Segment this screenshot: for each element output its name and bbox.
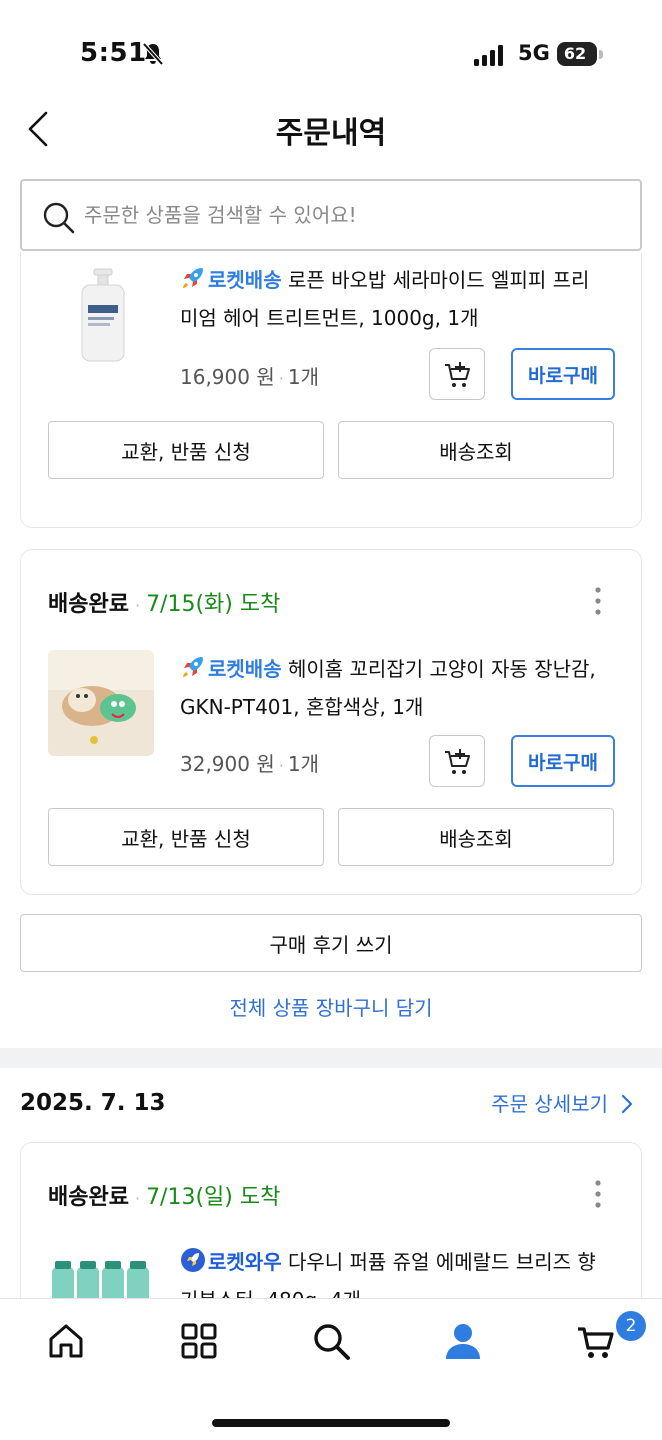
- cart-plus-icon: [445, 362, 470, 387]
- search-input[interactable]: [84, 181, 624, 249]
- price: 32,900 원: [180, 752, 275, 776]
- separator-dot: ·: [278, 756, 284, 775]
- rocket-wow-icon: [181, 1248, 205, 1272]
- price-line: 16,900 원 · 1개: [180, 361, 319, 390]
- order-card: 배송완료 · 7/13(일) 도착 로켓와우 다우니 퍼퓸 쥬얼 에메랄드 브리…: [20, 1142, 642, 1298]
- quantity: 1개: [287, 365, 319, 389]
- section-divider: [0, 1048, 662, 1068]
- exchange-return-button[interactable]: 교환, 반품 신청: [48, 808, 324, 866]
- network-type: 5G: [518, 41, 550, 65]
- separator-dot: ·: [278, 369, 284, 388]
- quantity: 1개: [287, 752, 319, 776]
- order-detail-label: 주문 상세보기: [491, 1092, 608, 1116]
- shipping-type: 로켓와우: [208, 1250, 282, 1274]
- cat-toy-image: [48, 650, 154, 756]
- home-icon: [49, 1324, 83, 1358]
- exchange-return-button[interactable]: 교환, 반품 신청: [48, 421, 324, 479]
- product-name[interactable]: 로켓배송 로픈 바오밥 세라마이드 엘피피 프리 미엄 헤어 트리트먼트, 10…: [180, 261, 620, 337]
- write-review-button[interactable]: 구매 후기 쓰기: [20, 914, 642, 972]
- cart-icon: [578, 1327, 614, 1358]
- fabric-softener-image: [48, 1253, 154, 1298]
- product-image[interactable]: [48, 650, 154, 756]
- arrival-date: 7/13(일) 도착: [146, 1185, 281, 1210]
- battery-level: 62: [563, 44, 587, 63]
- separator-dot: ·: [134, 1189, 141, 1208]
- add-to-cart-button[interactable]: [429, 348, 485, 400]
- nav-my-coupang[interactable]: [443, 1321, 483, 1361]
- nav-home[interactable]: [46, 1321, 86, 1361]
- shipping-type: 로켓배송: [208, 268, 282, 292]
- rocket-icon: [183, 268, 203, 288]
- product-name[interactable]: 로켓와우 다우니 퍼퓸 쥬얼 에메랄드 브리즈 향 기본스터, 480g, 4개: [180, 1243, 620, 1298]
- my-coupang-icon: [446, 1324, 480, 1359]
- chevron-right-icon: [621, 1094, 633, 1114]
- price: 16,900 원: [180, 365, 275, 389]
- bell-off-icon: [142, 42, 164, 66]
- delivery-header: 배송완료 · 7/13(일) 도착: [48, 1179, 280, 1211]
- product-name-line1: 로픈 바오밥 세라마이드 엘피피 프리: [287, 268, 590, 292]
- separator-dot: ·: [134, 596, 141, 615]
- delivery-status: 배송완료: [48, 592, 129, 617]
- order-date: 2025. 7. 13: [20, 1090, 166, 1116]
- track-delivery-button[interactable]: 배송조회: [338, 421, 614, 479]
- cart-plus-icon: [445, 749, 470, 774]
- category-grid-icon: [181, 1323, 217, 1359]
- bottom-navigation: 2: [0, 1298, 662, 1440]
- order-card: 로켓배송 로픈 바오밥 세라마이드 엘피피 프리 미엄 헤어 트리트먼트, 10…: [20, 252, 642, 528]
- treatment-bottle-image: [48, 261, 154, 367]
- order-card: 배송완료 · 7/15(화) 도착 로켓배송 헤이홈 꼬리잡기 고양이 자동 장…: [20, 549, 642, 895]
- product-name-line2: 기본스터, 480g, 4개: [180, 1288, 361, 1298]
- search-icon: [43, 202, 75, 234]
- search-icon: [314, 1324, 350, 1360]
- product-name-line2: GKN-PT401, 혼합색상, 1개: [180, 695, 424, 719]
- product-name-line1: 다우니 퍼퓸 쥬얼 에메랄드 브리즈 향: [287, 1250, 596, 1274]
- rocket-icon: [183, 657, 203, 677]
- more-options-icon[interactable]: [593, 1179, 603, 1209]
- search-bar[interactable]: [20, 179, 642, 251]
- shipping-type: 로켓배송: [208, 657, 282, 681]
- clock: 5:51: [80, 38, 147, 68]
- buy-now-button[interactable]: 바로구매: [511, 348, 615, 400]
- status-bar: 5:51 5G 62: [0, 0, 662, 100]
- product-name-line1: 헤이홈 꼬리잡기 고양이 자동 장난감,: [287, 657, 596, 681]
- battery-cap: [599, 50, 603, 59]
- buy-now-button[interactable]: 바로구매: [511, 735, 615, 787]
- product-name-line2: 미엄 헤어 트리트먼트, 1000g, 1개: [180, 306, 479, 330]
- nav-search[interactable]: [311, 1321, 351, 1361]
- arrival-date: 7/15(화) 도착: [146, 592, 281, 617]
- more-options-icon[interactable]: [593, 586, 603, 616]
- order-list[interactable]: 로켓배송 로픈 바오밥 세라마이드 엘피피 프리 미엄 헤어 트리트먼트, 10…: [0, 252, 662, 1298]
- signal-icon: [474, 45, 503, 66]
- battery-icon: 62: [557, 42, 597, 66]
- price-line: 32,900 원 · 1개: [180, 748, 319, 777]
- product-image[interactable]: [48, 261, 154, 367]
- track-delivery-button[interactable]: 배송조회: [338, 808, 614, 866]
- add-to-cart-button[interactable]: [429, 735, 485, 787]
- product-image[interactable]: [48, 1253, 154, 1298]
- delivery-status: 배송완료: [48, 1185, 129, 1210]
- product-name[interactable]: 로켓배송 헤이홈 꼬리잡기 고양이 자동 장난감, GKN-PT401, 혼합색…: [180, 650, 620, 726]
- page-title: 주문내역: [275, 116, 387, 151]
- nav-cart[interactable]: 2: [576, 1311, 646, 1361]
- nav-category[interactable]: [179, 1321, 219, 1361]
- order-detail-link[interactable]: 주문 상세보기: [491, 1088, 634, 1117]
- home-indicator: [212, 1419, 450, 1427]
- delivery-header: 배송완료 · 7/15(화) 도착: [48, 586, 280, 618]
- add-all-to-cart-link[interactable]: 전체 상품 장바구니 담기: [0, 992, 662, 1021]
- cart-count-badge: 2: [616, 1311, 646, 1341]
